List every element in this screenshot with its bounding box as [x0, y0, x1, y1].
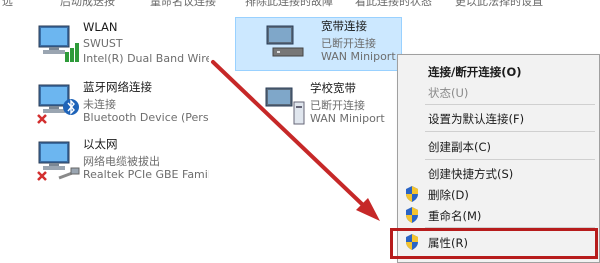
menu-item-label: 创建副本(C) — [428, 140, 492, 154]
menu-item-label: 创建快捷方式(S) — [428, 167, 514, 181]
menu-item-set-default[interactable]: 设置为默认连接(F) — [398, 108, 599, 128]
menu-item-label: 连接/断开连接(O) — [428, 65, 522, 79]
menu-separator — [425, 104, 595, 105]
menu-item-status[interactable]: 状态(U) — [398, 82, 599, 102]
menu-item-rename[interactable]: 重命名(M) — [398, 205, 599, 225]
properties-highlight-box — [390, 228, 598, 259]
uac-shield-icon — [406, 186, 418, 202]
uac-shield-icon — [406, 207, 418, 223]
menu-separator — [425, 131, 595, 132]
menu-item-create-shortcut[interactable]: 创建快捷方式(S) — [398, 163, 599, 183]
menu-item-label: 重命名(M) — [428, 209, 482, 223]
menu-item-label: 设置为默认连接(F) — [428, 112, 525, 126]
menu-item-delete[interactable]: 删除(D) — [398, 184, 599, 204]
menu-item-connect-disconnect[interactable]: 连接/断开连接(O) — [398, 61, 599, 81]
menu-separator — [425, 159, 595, 160]
menu-item-label: 状态(U) — [428, 86, 469, 100]
menu-item-create-copy[interactable]: 创建副本(C) — [398, 136, 599, 156]
menu-item-label: 删除(D) — [428, 188, 469, 202]
